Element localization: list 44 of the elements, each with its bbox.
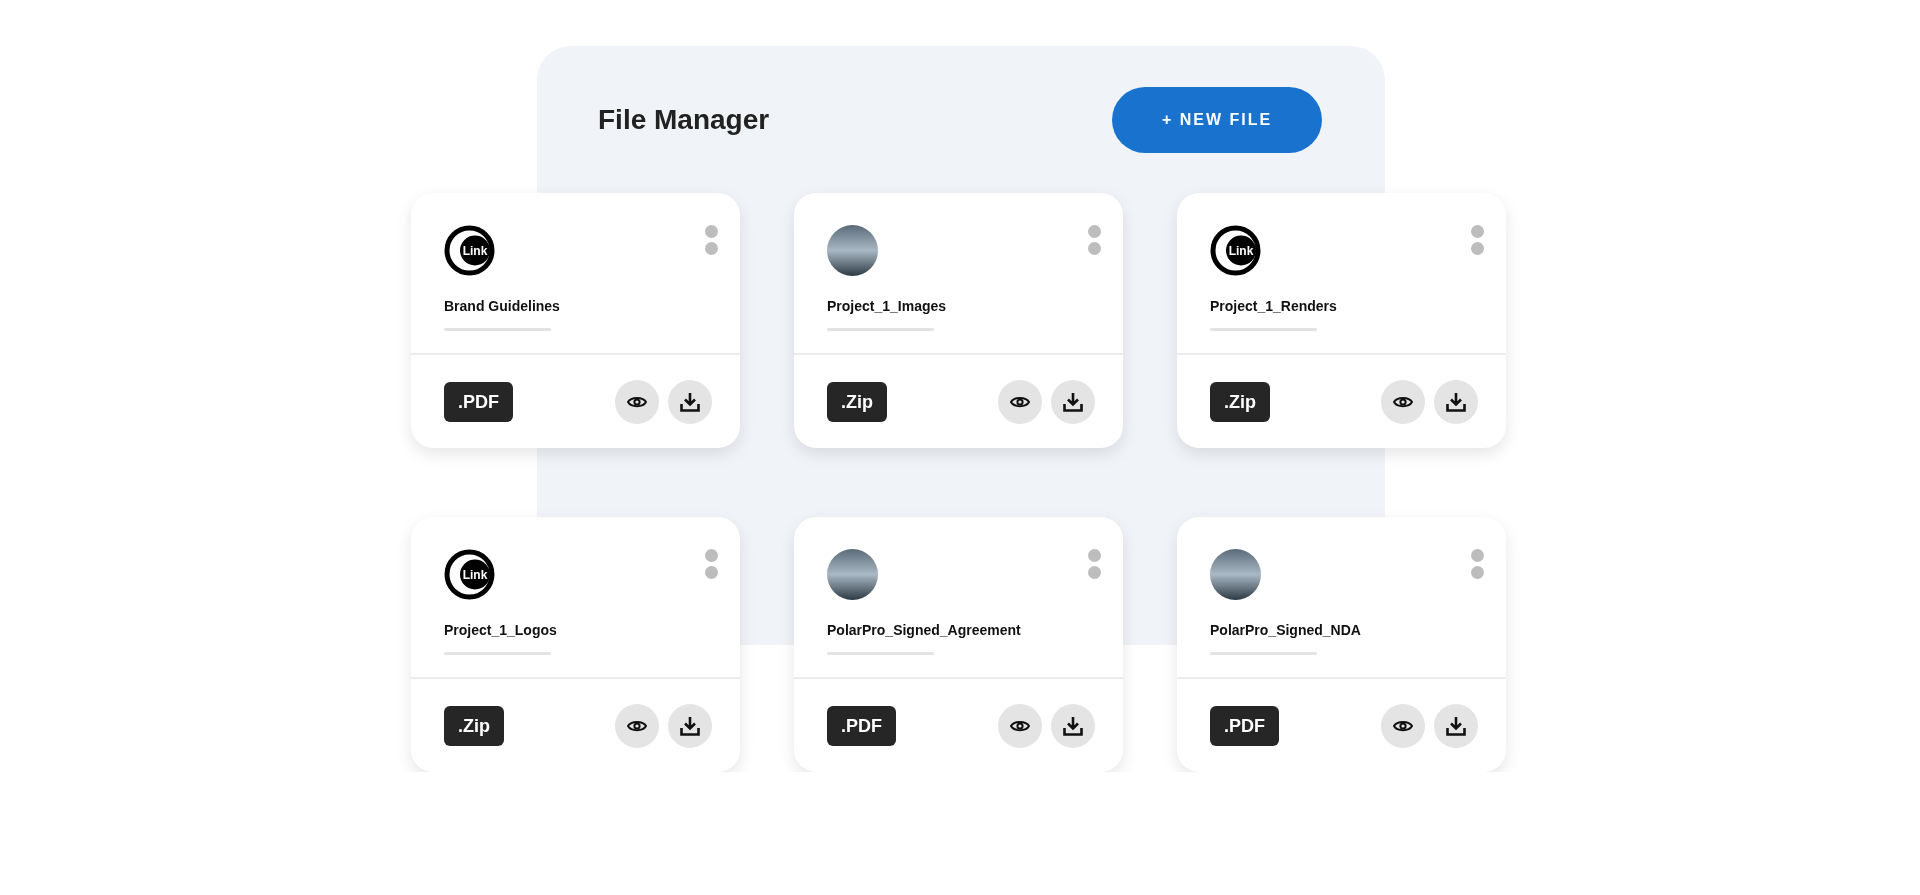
link-logo: Link (444, 225, 495, 276)
download-icon (1446, 715, 1466, 736)
preview-button[interactable] (615, 703, 659, 748)
download-button[interactable] (1051, 379, 1095, 424)
file-type-tag: .PDF (827, 705, 896, 746)
file-type-tag: .Zip (444, 705, 504, 746)
download-icon (1063, 715, 1083, 736)
page-title: File Manager (598, 103, 770, 136)
file-type-tag: .Zip (827, 381, 887, 422)
preview-button[interactable] (1381, 379, 1425, 424)
file-name: PolarPro_Signed_Agreement (827, 622, 1021, 638)
download-button[interactable] (1051, 703, 1095, 748)
preview-button[interactable] (998, 703, 1042, 748)
preview-button[interactable] (998, 379, 1042, 424)
photo-placeholder (827, 225, 878, 276)
file-type-tag: .PDF (1210, 705, 1279, 746)
download-icon (680, 391, 700, 412)
eye-icon (1010, 718, 1030, 733)
download-button[interactable] (1434, 703, 1478, 748)
eye-icon (1010, 394, 1030, 409)
file-name: Brand Guidelines (444, 298, 560, 314)
file-type-tag: .PDF (444, 381, 513, 422)
link-logo: Link (1210, 225, 1261, 276)
photo-placeholder (827, 549, 878, 600)
link-logo: Link (444, 549, 495, 600)
eye-icon (627, 718, 647, 733)
eye-icon (1393, 394, 1413, 409)
preview-button[interactable] (615, 379, 659, 424)
eye-icon (1393, 718, 1413, 733)
file-type-tag: .Zip (1210, 381, 1270, 422)
download-icon (1063, 391, 1083, 412)
download-button[interactable] (668, 703, 712, 748)
file-name: Project_1_Logos (444, 622, 557, 638)
file-name: Project_1_Images (827, 298, 947, 314)
download-button[interactable] (668, 379, 712, 424)
new-file-button[interactable]: + NEW FILE (1112, 86, 1322, 153)
file-name: PolarPro_Signed_NDA (1210, 622, 1361, 638)
download-icon (1446, 391, 1466, 412)
photo-placeholder (1210, 549, 1261, 600)
file-name: Project_1_Renders (1210, 298, 1337, 314)
preview-button[interactable] (1381, 703, 1425, 748)
download-icon (680, 715, 700, 736)
download-button[interactable] (1434, 379, 1478, 424)
eye-icon (627, 394, 647, 409)
